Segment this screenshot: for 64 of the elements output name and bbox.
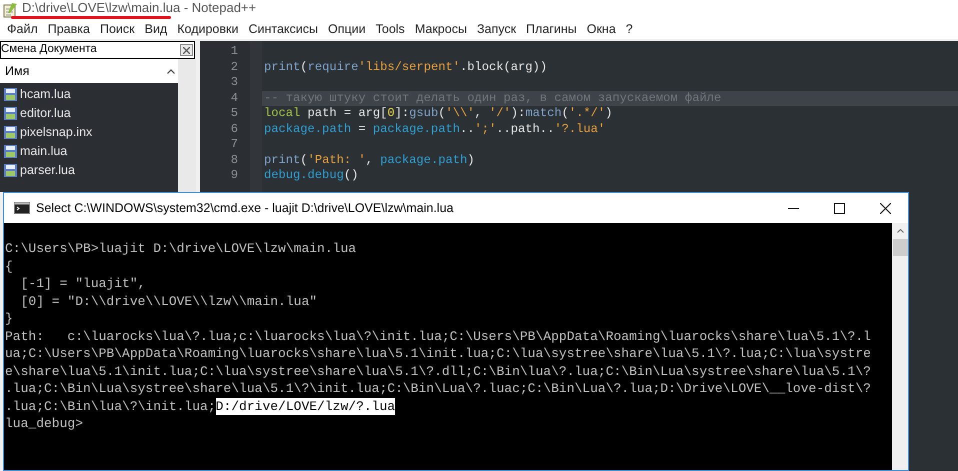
console-line: { [5, 258, 13, 275]
file-item[interactable]: pixelsnap.inx [0, 123, 94, 142]
console-line: lua_debug> [5, 415, 84, 432]
console-line: .lua;C:\Bin\Lua\systree\share\lua\5.1\?\init.lua;C:\Bin\Lua\?.luac;C:\Bin\Lua\?.lua;D:\Drive\LOVE\__love-dist\? [5, 380, 871, 398]
line-number: 3 [230, 75, 238, 90]
file-item[interactable]: parser.lua [0, 161, 77, 180]
scroll-up-icon [896, 229, 904, 233]
menu-item[interactable]: Синтаксисы [243, 20, 323, 39]
menu-item[interactable]: Окна [582, 20, 621, 39]
floppy-icon [4, 145, 17, 158]
console-icon [14, 202, 30, 214]
floppy-icon [4, 126, 17, 139]
scrollbar-thumb[interactable] [892, 239, 908, 256]
floppy-icon [4, 88, 17, 101]
console-line: ua;C:\Users\PB\AppData\Roaming\luarocks\share\lua\5.1\init.lua;C:\lua\systree\share\lua\5.1\?.lua;C:\lua\systre [5, 345, 871, 362]
code-line: debug.debug() [264, 168, 358, 182]
line-number: 1 [230, 44, 238, 60]
menu-item[interactable]: Плагины [521, 20, 582, 39]
column-header[interactable]: Имя [0, 59, 178, 83]
menu-item[interactable]: Опции [323, 20, 371, 39]
menu-item[interactable]: Правка [42, 20, 95, 39]
console-line: .lua;C:\Bin\lua\?\init.lua; [5, 398, 216, 415]
menu-item[interactable]: Макросы [410, 20, 472, 39]
code-line: package.path = package.path..';'..path..'?.lua' [264, 122, 606, 136]
line-number: 5 [230, 106, 238, 122]
close-icon [183, 46, 190, 54]
line-number: 7 [230, 137, 238, 152]
selected-text: D:/drive/LOVE/lzw/?.lua [216, 398, 396, 415]
code-line: print(require'libs/serpent'.block(arg)) [264, 60, 548, 74]
floppy-icon [4, 164, 17, 177]
maximize-icon [834, 202, 844, 214]
line-number: 9 [230, 168, 238, 184]
line-number: 4 [230, 90, 238, 106]
sort-caret-icon [167, 68, 175, 74]
console-line: [-1] = "luajit", [20, 275, 146, 292]
code-line: local path = arg[0]:gsub('\\', '/'):match('.*/') [264, 106, 612, 120]
console-line: Path: c:\luarocks\lua\?.lua;c:\luarocks\lua\?\init.lua;C:\Users\PB\AppData\Roaming\luarocks\share\lua\5.1\?.l [5, 328, 871, 345]
close-icon [880, 202, 890, 214]
floppy-icon [4, 107, 17, 120]
menu-item[interactable]: ? [620, 20, 638, 39]
menu-item[interactable]: Кодировки [172, 20, 244, 39]
menu-item[interactable]: Tools [370, 20, 410, 39]
window-title: Select C:\WINDOWS\system32\cmd.exe - luajit D:\drive\LOVE\lzw\main.lua [36, 200, 454, 217]
file-item[interactable]: hcam.lua [0, 85, 73, 104]
notepad-icon [3, 2, 18, 18]
panel-title: Смена Документа [1, 42, 97, 58]
close-button[interactable] [180, 44, 193, 56]
window-title: D:\drive\LOVE\lzw\main.lua - Notepad++ [22, 0, 256, 15]
file-item[interactable]: main.lua [0, 142, 70, 161]
line-number: 2 [230, 60, 238, 75]
menu-item[interactable]: Запуск [472, 20, 522, 39]
scrollbar[interactable] [892, 223, 908, 470]
console-line: e\share\lua\5.1\init.lua;C:\lua\systree\share\lua\5.1\?.dll;C:\Bin\lua\?.lua;C:\Bin\Lua\systree\share\lua\5.1\? [5, 362, 871, 380]
console-line: [0] = "D:\\drive\\LOVE\\lzw\\main.lua" [20, 292, 318, 310]
panel-scrollbar[interactable] [178, 59, 196, 192]
menu-item[interactable]: Файл [2, 20, 43, 39]
line-number: 8 [230, 152, 238, 168]
menu-item[interactable]: Поиск [94, 20, 140, 39]
line-number: 6 [230, 122, 238, 137]
console-line: } [5, 310, 13, 328]
menu-item[interactable]: Вид [140, 20, 172, 39]
code-line: print('Path: ', package.path) [264, 152, 474, 166]
console-line: C:\Users\PB>luajit D:\drive\LOVE\lzw\main.lua [5, 240, 356, 258]
file-item[interactable]: editor.lua [0, 104, 73, 123]
